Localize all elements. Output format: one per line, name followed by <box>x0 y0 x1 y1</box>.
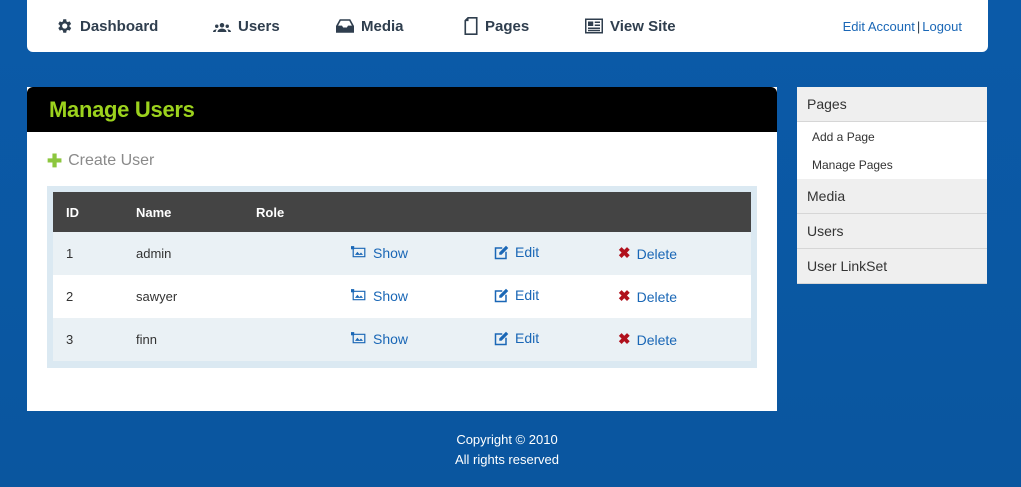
edit-button[interactable]: Edit <box>494 244 539 260</box>
nav-pages-label: Pages <box>485 17 530 35</box>
cell-role <box>243 318 338 361</box>
table-row: 1 admin Show Edit ✖ Delete <box>53 232 751 275</box>
cell-name: admin <box>136 246 172 261</box>
image-show-icon <box>351 332 366 344</box>
logout-link[interactable]: Logout <box>922 19 962 34</box>
column-header-blank <box>338 192 481 232</box>
delete-button[interactable]: ✖ Delete <box>618 332 677 348</box>
show-label: Show <box>373 330 409 347</box>
table-row: 2 sawyer Show Edit ✖ Delete <box>53 275 751 318</box>
edit-label: Edit <box>515 287 540 304</box>
nav-dashboard-label: Dashboard <box>80 17 159 35</box>
delete-button[interactable]: ✖ Delete <box>618 289 677 305</box>
footer-rights: All rights reserved <box>454 452 560 467</box>
show-button[interactable]: Show <box>351 245 408 261</box>
users-table: ID Name Role 1 admin Show Edit ✖ Delete 2 sawye… <box>53 192 751 361</box>
image-show-icon <box>351 289 366 301</box>
delete-label: Delete <box>636 331 678 348</box>
edit-icon <box>494 245 509 259</box>
show-label: Show <box>373 244 409 261</box>
nav-users[interactable]: Users <box>213 16 280 36</box>
create-user-label: Create User <box>68 152 155 169</box>
inbox-icon <box>336 19 354 33</box>
delete-button[interactable]: ✖ Delete <box>618 246 677 262</box>
sidebar-section-users[interactable]: Users <box>797 214 987 249</box>
cell-id: 3 <box>66 332 74 347</box>
show-label: Show <box>373 287 409 304</box>
nav-media[interactable]: Media <box>336 16 404 36</box>
edit-account-link[interactable]: Edit Account <box>843 19 915 34</box>
page-title: Manage Users <box>49 96 195 122</box>
show-button[interactable]: Show <box>351 331 408 347</box>
cell-name: sawyer <box>136 289 178 304</box>
edit-button[interactable]: Edit <box>494 330 539 346</box>
cell-id: 2 <box>66 289 74 304</box>
create-user-button[interactable]: ✚ Create User <box>47 152 154 170</box>
column-header-name: Name <box>136 204 172 220</box>
show-button[interactable]: Show <box>351 288 408 304</box>
delete-x-icon: ✖ <box>618 331 631 348</box>
edit-button[interactable]: Edit <box>494 287 539 303</box>
nav-pages[interactable]: Pages <box>464 16 529 36</box>
cell-name: finn <box>136 332 157 347</box>
column-header-blank <box>481 192 605 232</box>
table-header-row: ID Name Role <box>53 192 751 232</box>
footer-copyright: Copyright © 2010 <box>456 432 558 447</box>
nav-dashboard[interactable]: Dashboard <box>55 16 158 36</box>
delete-x-icon: ✖ <box>618 288 631 305</box>
delete-label: Delete <box>636 245 678 262</box>
edit-label: Edit <box>515 244 540 261</box>
top-nav-bar: Dashboard Users Media Pages View Site Ed… <box>27 0 988 52</box>
column-header-blank <box>605 192 751 232</box>
page-icon <box>464 17 478 35</box>
delete-x-icon: ✖ <box>618 245 631 262</box>
cell-role <box>243 275 338 318</box>
cell-role <box>243 232 338 275</box>
sidebar-item-manage-pages[interactable]: Manage Pages <box>797 151 987 179</box>
users-table-container: ID Name Role 1 admin Show Edit ✖ Delete 2 sawye… <box>47 186 757 368</box>
table-row: 3 finn Show Edit ✖ Delete <box>53 318 751 361</box>
plus-icon: ✚ <box>47 151 63 171</box>
gear-icon <box>58 19 72 33</box>
main-header: Manage Users <box>27 87 777 132</box>
edit-label: Edit <box>515 330 540 347</box>
column-header-role: Role <box>256 204 285 220</box>
edit-icon <box>494 331 509 345</box>
sidebar-section-pages[interactable]: Pages <box>797 87 987 122</box>
sidebar-section-media[interactable]: Media <box>797 179 987 214</box>
sidebar-section-user-linkset[interactable]: User LinkSet <box>797 249 987 284</box>
nav-media-label: Media <box>361 17 404 35</box>
newspaper-icon <box>585 18 603 34</box>
image-show-icon <box>351 246 366 258</box>
footer: Copyright © 2010 All rights reserved <box>27 430 987 470</box>
nav-view-site[interactable]: View Site <box>585 16 676 36</box>
edit-icon <box>494 288 509 302</box>
cell-id: 1 <box>66 246 74 261</box>
column-header-id: ID <box>66 204 79 220</box>
account-links: Edit Account | Logout <box>843 19 962 34</box>
main-panel: Manage Users ✚ Create User ID Name Role … <box>27 87 777 411</box>
nav-view-site-label: View Site <box>610 17 676 35</box>
delete-label: Delete <box>636 288 678 305</box>
sidebar-item-add-page[interactable]: Add a Page <box>797 123 987 151</box>
sidebar: Pages Add a Page Manage Pages Media User… <box>797 87 987 284</box>
nav-users-label: Users <box>238 17 280 35</box>
users-icon <box>213 23 231 32</box>
